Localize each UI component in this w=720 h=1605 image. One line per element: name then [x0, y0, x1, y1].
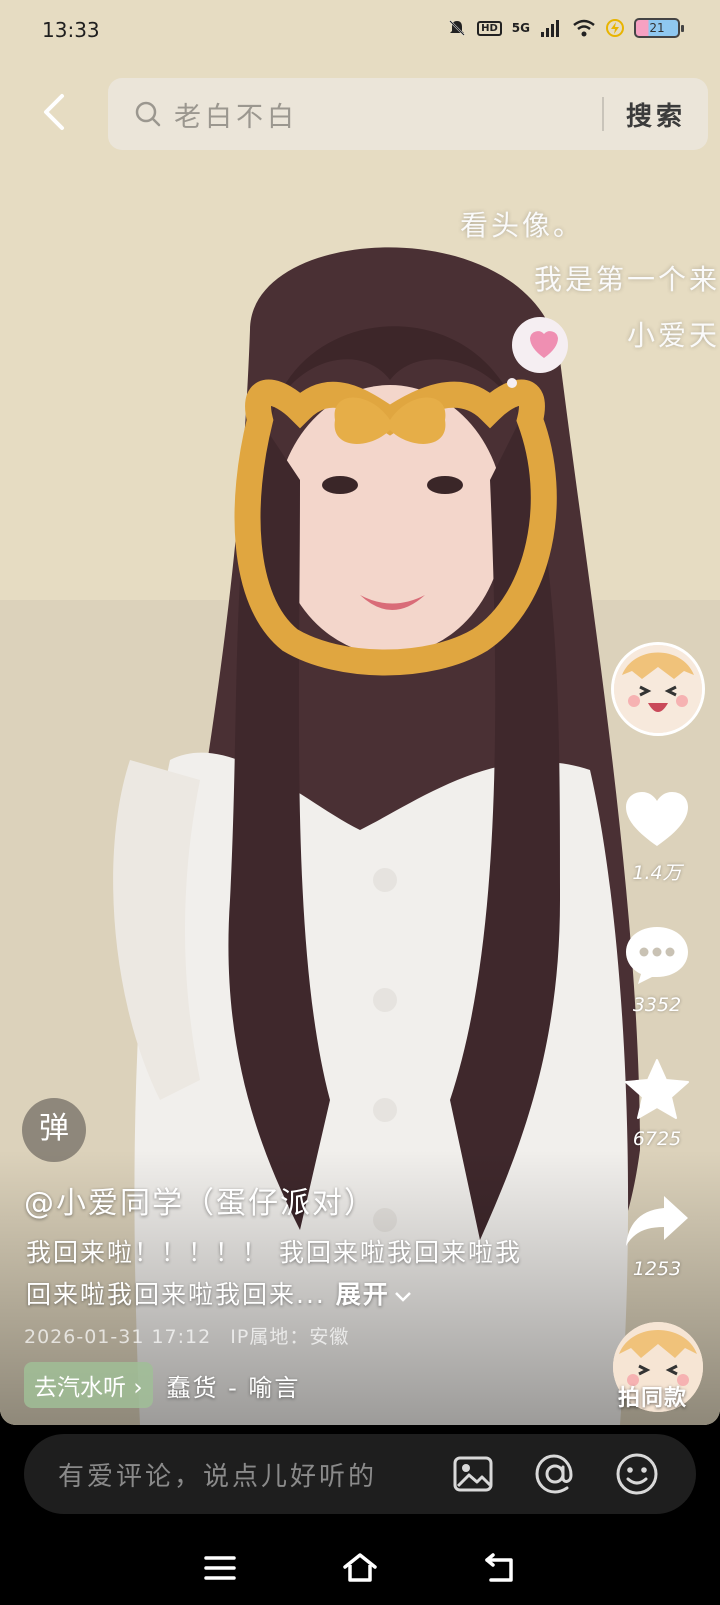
share-button[interactable]: 1253	[612, 1192, 702, 1280]
search-icon	[135, 101, 161, 127]
mention-icon[interactable]	[532, 1451, 578, 1497]
ip-location: IP属地：安徽	[230, 1326, 350, 1348]
comment-bubble-icon	[626, 927, 688, 984]
author-avatar[interactable]	[611, 642, 705, 736]
status-icons: HD 5G 21	[447, 18, 684, 38]
battery-icon: 21	[634, 18, 684, 38]
charging-icon	[606, 19, 624, 37]
post-meta: 2026-01-31 17:12 IP属地：安徽	[24, 1322, 349, 1349]
search-input[interactable]: 老白不白	[174, 95, 602, 134]
music-tag-label: 去汽水听	[34, 1375, 126, 1401]
same-style-button[interactable]: 拍同款	[618, 1380, 687, 1412]
system-nav-bar	[0, 1530, 720, 1605]
music-row: 去汽水听 › 蠢货 - 喻言	[24, 1362, 300, 1408]
battery-level: 21	[649, 21, 665, 35]
danmu-toggle[interactable]: 弹	[22, 1098, 86, 1162]
back-arrow-icon[interactable]	[34, 90, 78, 134]
anime-face-avatar-icon	[614, 645, 702, 733]
music-name[interactable]: 蠢货 - 喻言	[167, 1368, 301, 1403]
menu-icon[interactable]	[201, 1549, 239, 1587]
network-type: 5G	[511, 21, 530, 35]
search-bar[interactable]: 老白不白 搜索	[108, 78, 708, 150]
music-app-link[interactable]: 去汽水听 ›	[24, 1362, 153, 1408]
lyric-line-1: 看头像。	[459, 209, 584, 242]
signal-icon	[541, 20, 559, 37]
comment-count: 3352	[632, 994, 682, 1016]
star-icon	[625, 1059, 689, 1119]
favorite-count: 6725	[632, 1128, 682, 1150]
emoji-icon[interactable]	[614, 1451, 660, 1497]
expand-label: 展开	[335, 1280, 390, 1309]
lyric-line-3: 小爱天	[626, 319, 720, 352]
heart-icon	[626, 792, 688, 846]
expand-button[interactable]: 展开	[336, 1280, 412, 1309]
lyric-line-2: 我是第一个来	[533, 263, 720, 296]
wifi-icon	[573, 19, 595, 37]
home-icon[interactable]	[341, 1549, 379, 1587]
description-text: 我回来啦！！！！！ 我回来啦我回来啦我回来啦我回来啦我回来...	[26, 1238, 522, 1309]
hd-icon: HD	[477, 20, 502, 36]
status-bar: 13:33 HD 5G 21	[0, 0, 720, 62]
search-button[interactable]: 搜索	[604, 96, 708, 133]
status-time: 13:33	[42, 18, 100, 42]
post-description: 我回来啦！！！！！ 我回来啦我回来啦我回来啦我回来啦我回来... 展开	[26, 1232, 546, 1316]
like-button[interactable]: 1.4万	[612, 790, 702, 885]
mute-bell-icon	[449, 20, 465, 36]
comment-input-bar[interactable]: 有爱评论，说点儿好听的	[24, 1434, 696, 1514]
post-date: 2026-01-31 17:12	[24, 1326, 212, 1348]
favorite-button[interactable]: 6725	[612, 1058, 702, 1150]
comment-button[interactable]: 3352	[612, 924, 702, 1016]
share-count: 1253	[632, 1258, 682, 1280]
image-icon[interactable]	[450, 1451, 496, 1497]
share-arrow-icon	[626, 1196, 688, 1246]
chevron-right-icon: ›	[133, 1375, 143, 1401]
comment-input[interactable]: 有爱评论，说点儿好听的	[58, 1456, 450, 1493]
chevron-down-icon	[394, 1292, 411, 1302]
back-nav-icon[interactable]	[481, 1549, 519, 1587]
author-name[interactable]: @小爱同学（蛋仔派对）	[24, 1178, 376, 1222]
like-count: 1.4万	[632, 862, 682, 884]
